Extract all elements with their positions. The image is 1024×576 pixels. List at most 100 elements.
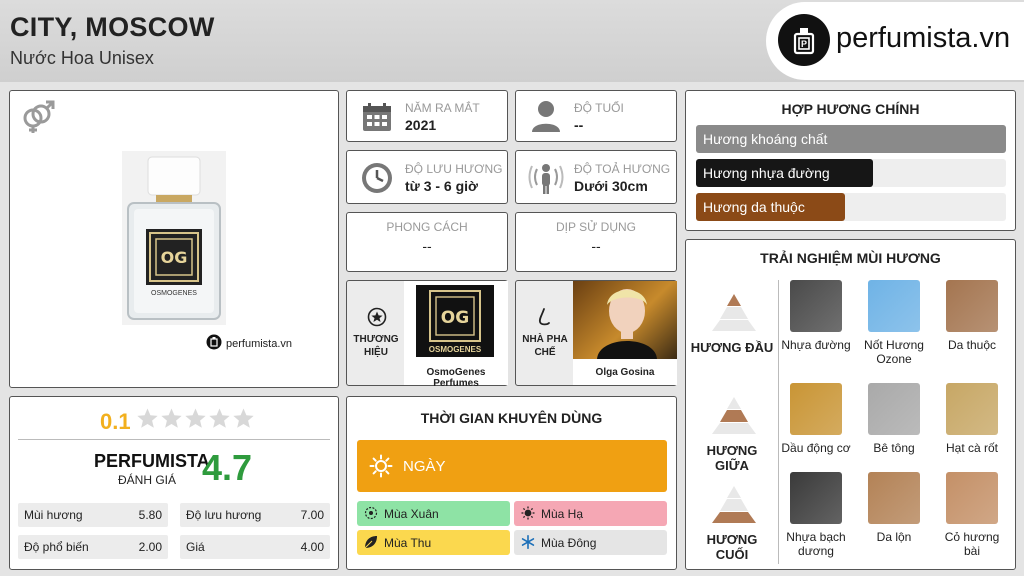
rating-star-icon[interactable] xyxy=(160,407,183,435)
sillage-label: ĐỘ TOẢ HƯƠNG xyxy=(574,162,671,176)
note-thumbnail[interactable] xyxy=(790,383,842,435)
perfumer-card[interactable]: NHÀ PHA CHẾ Olga Gosina xyxy=(515,280,677,386)
note-name: Nhựa đường xyxy=(780,338,852,352)
recommended-time-title: THỜI GIAN KHUYÊN DÙNG xyxy=(420,410,603,426)
rating-metric-name: Độ lưu hương xyxy=(186,508,262,522)
style-value: -- xyxy=(422,238,432,254)
brand-panel: OG OSMOGENES OsmoGenes Perfumes xyxy=(404,281,508,389)
rating-metric-value: 4.00 xyxy=(300,540,324,554)
note-tier-label: HƯƠNG CUỐI xyxy=(706,532,758,562)
occasion-value: -- xyxy=(591,238,601,254)
accord-label: Hương nhựa đường xyxy=(703,165,830,181)
rating-metric-value: 2.00 xyxy=(138,540,162,554)
scent-notes-title: TRẢI NGHIỆM MÙI HƯƠNG xyxy=(760,250,941,266)
clock-icon xyxy=(361,162,393,199)
accord-label: Hương da thuộc xyxy=(703,199,805,215)
note-name-line1: Da lộn xyxy=(876,530,912,544)
accord-bar: Hương nhựa đường xyxy=(696,159,1006,187)
perfumer-label-line1: NHÀ PHA xyxy=(522,334,568,345)
perfumer-panel: Olga Gosina xyxy=(573,281,677,385)
note-thumbnail[interactable] xyxy=(946,472,998,524)
note-tier-label: HƯƠNG ĐẦU xyxy=(690,340,774,355)
note-name-line2: bài xyxy=(963,544,980,558)
spring-flower-icon xyxy=(364,506,378,523)
note-name: Da lộn xyxy=(858,530,930,544)
note-name-line1: Dầu động cơ xyxy=(781,441,851,455)
product-image-card: OG OSMOGENES perfumista.vn xyxy=(9,90,339,388)
note-name-line1: Nốt Hương xyxy=(864,338,924,352)
note-name: Hạt cà rốt xyxy=(936,441,1008,455)
accord-label: Hương khoáng chất xyxy=(703,131,828,147)
note-name: Cỏ hương bài xyxy=(936,530,1008,558)
note-name-line1: Hạt cà rốt xyxy=(945,441,999,455)
recommended-time-card: THỜI GIAN KHUYÊN DÙNG NGÀY Mùa Xuân Mùa H… xyxy=(346,396,677,570)
note-thumbnail[interactable] xyxy=(790,472,842,524)
rating-divider xyxy=(18,439,330,440)
perfumista-rating-sublabel: ĐÁNH GIÁ xyxy=(118,473,177,487)
note-thumbnail[interactable] xyxy=(868,383,920,435)
release-year-value: 2021 xyxy=(405,117,437,133)
note-pyramid-icon xyxy=(710,484,758,529)
perfume-title: CITY, MOSCOW xyxy=(10,12,215,42)
occasion-label: DỊP SỬ DỤNG xyxy=(555,220,637,234)
winter-snowflake-icon xyxy=(521,535,535,552)
watermark-text: perfumista.vn xyxy=(226,337,293,350)
note-thumbnail[interactable] xyxy=(946,280,998,332)
logo-text[interactable]: perfumista.vn xyxy=(836,22,1010,55)
note-name-line1: Bê tông xyxy=(873,441,915,455)
age-label: ĐỘ TUỔI xyxy=(574,101,624,115)
rating-star-icon[interactable] xyxy=(184,407,207,435)
note-name-line2: Ozone xyxy=(876,352,912,366)
person-icon xyxy=(530,99,562,138)
brand-label-line1: THƯƠNG xyxy=(353,334,399,345)
svg-text:P: P xyxy=(801,39,807,49)
note-name-line1: Cỏ hương xyxy=(944,530,1000,544)
note-thumbnail[interactable] xyxy=(868,472,920,524)
svg-text:OSMOGENES: OSMOGENES xyxy=(429,345,482,354)
svg-text:OG: OG xyxy=(441,308,469,328)
brand-card[interactable]: THƯƠNG HIỆU OG OSMOGENES OsmoGenes Perfu… xyxy=(346,280,508,389)
season-label: Mùa Xuân xyxy=(384,507,439,521)
sillage-radiate-icon xyxy=(528,161,564,200)
rating-metric: Độ phổ biến 2.00 xyxy=(18,535,168,559)
season-chip: Mùa Đông xyxy=(514,530,667,555)
perfume-bottle-logo-icon: P xyxy=(778,14,830,66)
occasion-card: DỊP SỬ DỤNG -- xyxy=(515,212,677,272)
brand-logo-image: OG OSMOGENES xyxy=(416,285,494,357)
rating-metric: Độ lưu hương 7.00 xyxy=(180,503,330,527)
watermark-logo-icon xyxy=(206,334,222,353)
note-thumbnail[interactable] xyxy=(790,280,842,332)
brand-label-line2: HIỆU xyxy=(364,347,388,358)
rating-star-icon[interactable] xyxy=(232,407,255,435)
season-label: Mùa Thu xyxy=(384,536,432,550)
style-card: PHONG CÁCH -- xyxy=(346,212,508,272)
note-thumbnail[interactable] xyxy=(868,280,920,332)
perfumer-name[interactable]: Olga Gosina xyxy=(573,367,677,378)
perfumista-rating-score: 4.7 xyxy=(202,447,253,488)
rating-star-icon[interactable] xyxy=(136,407,159,435)
season-chip: Mùa Xuân xyxy=(357,501,510,526)
rating-star-icon[interactable] xyxy=(208,407,231,435)
note-thumbnail[interactable] xyxy=(946,383,998,435)
season-chip: Mùa Hạ xyxy=(514,501,667,526)
age-card: ĐỘ TUỔI -- xyxy=(515,90,677,142)
autumn-leaf-icon xyxy=(364,535,378,552)
svg-text:OSMOGENES: OSMOGENES xyxy=(151,290,197,297)
note-pyramid-icon xyxy=(710,395,758,440)
notes-divider xyxy=(778,280,779,564)
accord-bar: Hương da thuộc xyxy=(696,193,1006,221)
longevity-card: ĐỘ LƯU HƯƠNG từ 3 - 6 giờ xyxy=(346,150,508,204)
unisex-gender-icon xyxy=(20,99,56,140)
star-badge-icon xyxy=(367,307,387,332)
season-label: Mùa Đông xyxy=(541,536,597,550)
rating-metric-name: Mùi hương xyxy=(24,508,83,522)
brand-name[interactable]: OsmoGenes Perfumes xyxy=(404,367,508,389)
longevity-label: ĐỘ LƯU HƯƠNG xyxy=(405,162,503,176)
sillage-card: ĐỘ TOẢ HƯƠNG Dưới 30cm xyxy=(515,150,677,204)
rating-metric-value: 7.00 xyxy=(300,508,324,522)
note-name-line1: Nhựa đường xyxy=(781,338,851,352)
perfumer-photo xyxy=(573,281,677,359)
perfume-bottle-image: OG OSMOGENES xyxy=(122,151,226,330)
note-name: Da thuộc xyxy=(936,338,1008,352)
rating-card: 0.1 PERFUMISTA ĐÁNH GIÁ 4.7 Mùi hương 5.8… xyxy=(9,396,339,570)
